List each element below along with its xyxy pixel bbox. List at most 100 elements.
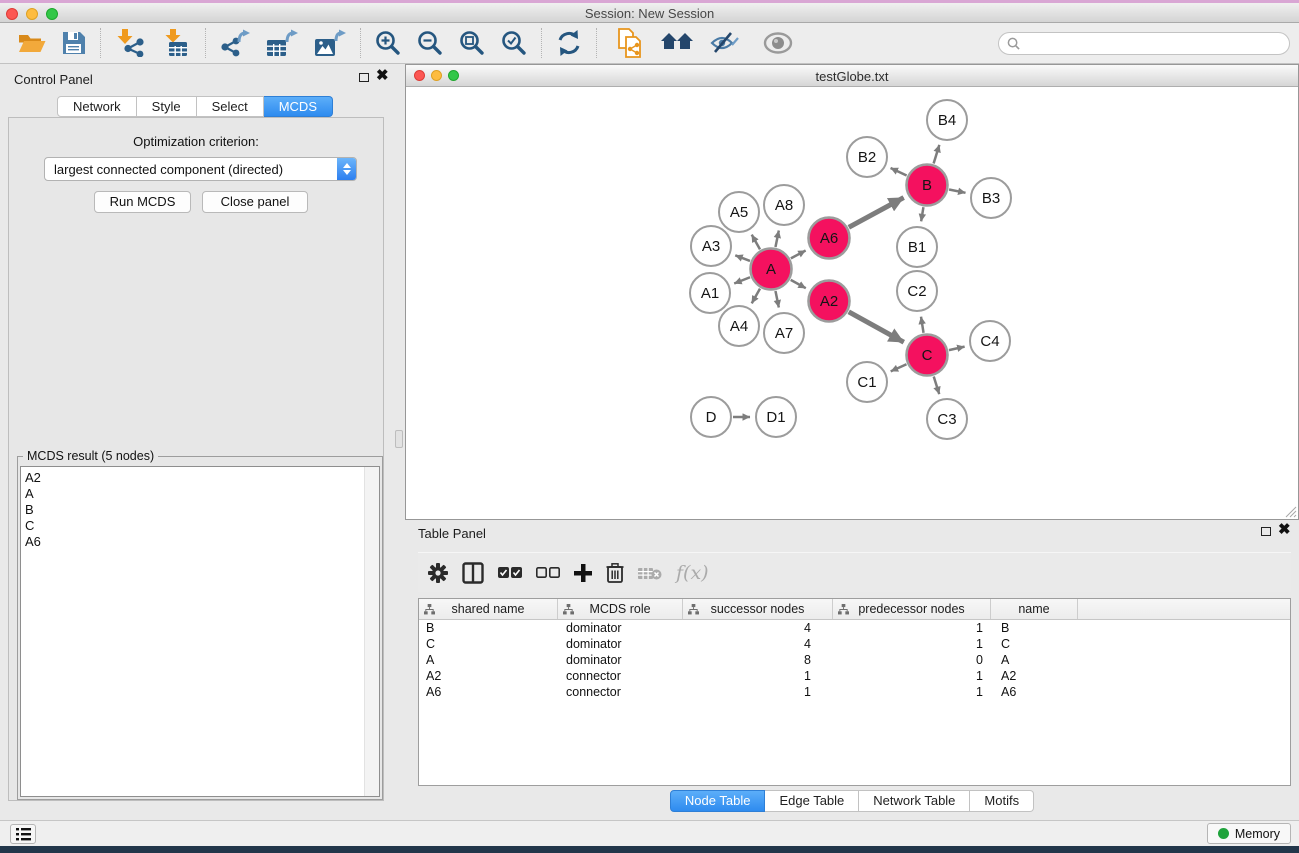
graph-node-A5[interactable]: A5 xyxy=(719,192,759,232)
float-table-panel-icon[interactable] xyxy=(1261,527,1271,536)
graph-node-C1[interactable]: C1 xyxy=(847,362,887,402)
select-all-icon[interactable] xyxy=(498,567,522,579)
gear-icon[interactable] xyxy=(428,563,448,583)
column-header-successor-nodes[interactable]: successor nodes xyxy=(683,599,833,619)
graph-node-A4[interactable]: A4 xyxy=(719,306,759,346)
import-network-icon[interactable] xyxy=(107,27,153,59)
column-header-shared-name[interactable]: shared name xyxy=(419,599,558,619)
network-canvas[interactable]: A A1 A2 A3 A4 A5 A6 A7 A8 B B1 B2 B3B4 C C1 C2 C3C4 D D1 xyxy=(406,87,1298,519)
graph-edge-C-C3[interactable] xyxy=(934,376,940,394)
graph-node-C[interactable]: C xyxy=(907,335,948,376)
vertical-split-handle[interactable] xyxy=(395,430,403,448)
graph-edge-A-A5[interactable] xyxy=(752,235,760,250)
search-field[interactable] xyxy=(998,32,1290,55)
zoom-fit-icon[interactable] xyxy=(451,27,493,59)
graph-edge-C-C1[interactable] xyxy=(891,364,907,371)
run-mcds-button[interactable]: Run MCDS xyxy=(94,191,191,213)
table-row[interactable]: Cdominator41C xyxy=(419,636,1290,652)
graph-edge-B-B3[interactable] xyxy=(949,189,965,192)
graph-edge-B-B1[interactable] xyxy=(921,207,923,221)
graph-node-A1[interactable]: A1 xyxy=(690,273,730,313)
tab-style[interactable]: Style xyxy=(137,96,197,117)
export-image-icon[interactable] xyxy=(306,27,354,59)
tab-network[interactable]: Network xyxy=(57,96,137,117)
save-session-icon[interactable] xyxy=(54,27,94,59)
tab-select[interactable]: Select xyxy=(197,96,264,117)
float-panel-icon[interactable] xyxy=(359,73,369,82)
import-table-icon[interactable] xyxy=(153,27,199,59)
graph-node-A[interactable]: A xyxy=(751,249,792,290)
deselect-all-icon[interactable] xyxy=(536,567,560,579)
graph-node-A2[interactable]: A2 xyxy=(809,281,850,322)
mcds-result-item[interactable]: C xyxy=(21,518,379,534)
graph-node-C2[interactable]: C2 xyxy=(897,271,937,311)
open-session-icon[interactable] xyxy=(10,27,54,59)
graph-edge-A2-C[interactable] xyxy=(849,312,904,342)
graph-node-A7[interactable]: A7 xyxy=(764,313,804,353)
graph-node-A8[interactable]: A8 xyxy=(764,185,804,225)
criterion-dropdown[interactable]: largest connected component (directed) xyxy=(44,157,357,181)
mcds-result-item[interactable]: B xyxy=(21,502,379,518)
hide-details-icon[interactable] xyxy=(701,27,747,59)
graph-edge-B-B2[interactable] xyxy=(891,168,907,175)
ndex-icon[interactable] xyxy=(609,27,653,59)
graph-edge-B-B4[interactable] xyxy=(934,145,940,164)
split-panel-icon[interactable] xyxy=(462,562,484,584)
graph-node-B[interactable]: B xyxy=(907,165,948,206)
graph-node-B3[interactable]: B3 xyxy=(971,178,1011,218)
graph-edge-A-A7[interactable] xyxy=(775,291,778,307)
home-icon[interactable] xyxy=(653,27,701,59)
graph-edge-C-C2[interactable] xyxy=(921,317,924,333)
export-table-icon[interactable] xyxy=(258,27,306,59)
graph-node-C4[interactable]: C4 xyxy=(970,321,1010,361)
search-input[interactable] xyxy=(1025,37,1289,51)
tab-node-table[interactable]: Node Table xyxy=(670,790,766,812)
graph-node-D1[interactable]: D1 xyxy=(756,397,796,437)
graph-node-C3[interactable]: C3 xyxy=(927,399,967,439)
graph-edge-A-A1[interactable] xyxy=(734,277,750,283)
delete-column-icon[interactable] xyxy=(606,563,624,583)
graph-node-A6[interactable]: A6 xyxy=(809,218,850,259)
graph-edge-A-A2[interactable] xyxy=(791,280,806,288)
column-header-name[interactable]: name xyxy=(991,599,1078,619)
refresh-layout-icon[interactable] xyxy=(548,27,590,59)
graph-node-D[interactable]: D xyxy=(691,397,731,437)
resize-grip-icon[interactable] xyxy=(1283,504,1297,518)
graph-node-B4[interactable]: B4 xyxy=(927,100,967,140)
graph-node-B1[interactable]: B1 xyxy=(897,227,937,267)
tab-edge-table[interactable]: Edge Table xyxy=(765,790,859,812)
graph-edge-A6-B[interactable] xyxy=(849,198,904,228)
graph-edge-A-A3[interactable] xyxy=(735,255,750,261)
graph-node-B2[interactable]: B2 xyxy=(847,137,887,177)
zoom-in-icon[interactable] xyxy=(367,27,409,59)
network-window-titlebar[interactable]: testGlobe.txt xyxy=(406,65,1298,87)
list-scrollbar[interactable] xyxy=(364,467,379,796)
task-history-button[interactable] xyxy=(10,824,36,844)
table-row[interactable]: Bdominator41B xyxy=(419,620,1290,636)
tab-network-table[interactable]: Network Table xyxy=(859,790,970,812)
tab-motifs[interactable]: Motifs xyxy=(970,790,1034,812)
show-panel-eye-icon[interactable] xyxy=(755,27,801,59)
column-header-predecessor-nodes[interactable]: predecessor nodes xyxy=(833,599,991,619)
table-row[interactable]: Adominator80A xyxy=(419,652,1290,668)
tab-mcds[interactable]: MCDS xyxy=(264,96,333,117)
add-column-icon[interactable] xyxy=(574,564,592,582)
mcds-result-item[interactable]: A xyxy=(21,486,379,502)
graph-edge-C-C4[interactable] xyxy=(949,347,965,350)
graph-edge-A-A6[interactable] xyxy=(791,250,806,258)
mcds-result-item[interactable]: A6 xyxy=(21,534,379,550)
memory-button[interactable]: Memory xyxy=(1207,823,1291,844)
zoom-out-icon[interactable] xyxy=(409,27,451,59)
mcds-result-item[interactable]: A2 xyxy=(21,470,379,486)
graph-edge-A-A8[interactable] xyxy=(775,230,778,246)
close-table-panel-icon[interactable]: ✖ xyxy=(1278,520,1291,538)
zoom-selected-icon[interactable] xyxy=(493,27,535,59)
table-row[interactable]: A2connector11A2 xyxy=(419,668,1290,684)
table-row[interactable]: A6connector11A6 xyxy=(419,684,1290,700)
graph-edge-A-A4[interactable] xyxy=(752,289,760,304)
column-header-mcds-role[interactable]: MCDS role xyxy=(558,599,683,619)
close-panel-button[interactable]: Close panel xyxy=(202,191,308,213)
export-network-icon[interactable] xyxy=(212,27,258,59)
graph-node-A3[interactable]: A3 xyxy=(691,226,731,266)
close-panel-icon[interactable]: ✖ xyxy=(376,66,389,84)
